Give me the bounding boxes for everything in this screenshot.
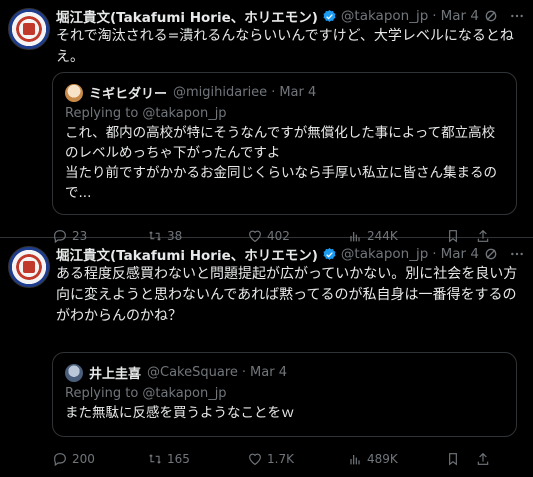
views-icon [350,455,360,465]
quoted-author-handle: @CakeSquare [147,365,238,380]
author-handle[interactable]: @takapon_jp [341,8,428,24]
more-icon[interactable] [509,8,525,24]
quoted-text: また無駄に反感を買うようなことをｗ [65,405,295,421]
tweet-date[interactable]: Mar 4 [441,8,479,24]
verified-badge-icon [322,247,337,262]
like-count: 1.7K [267,452,294,466]
like-icon [249,453,261,466]
author-name[interactable]: 堀江貴文(Takafumi Horie、ホリエモン) [56,6,318,26]
author-name[interactable]: 堀江貴文(Takafumi Horie、ホリエモン) [56,244,318,264]
repost-button[interactable]: 165 [147,451,247,467]
like-button[interactable]: 1.7K [247,451,347,467]
quoted-text: これ、都内の高校が特にそうなんですが無償化した事によって都立高校のレベルめっちゃ… [65,125,497,201]
quoted-author-handle: @migihidariee [173,85,268,100]
tweet-header: 堀江貴文(Takafumi Horie、ホリエモン) @takapon_jp ·… [56,244,525,264]
share-icon [477,452,489,465]
verified-badge-icon [322,9,337,24]
tweet-date[interactable]: Mar 4 [441,246,479,262]
separator-dot: · [241,365,247,380]
tweet-header: 堀江貴文(Takafumi Horie、ホリエモン) @takapon_jp ·… [56,6,525,26]
repost-icon [149,454,161,464]
separator-dot: · [432,246,437,262]
quoted-header: 井上圭喜 @CakeSquare · Mar 4 [65,363,504,382]
bookmark-button[interactable] [445,451,475,467]
grok-icon[interactable] [483,246,499,262]
reply-count: 200 [72,452,95,466]
separator-dot: · [432,8,437,24]
quoted-header: ミギヒダリー @migihidariee · Mar 4 [65,83,504,102]
quoted-tweet[interactable]: 井上圭喜 @CakeSquare · Mar 4 Replying to @ta… [52,352,517,437]
author-handle[interactable]: @takapon_jp [341,246,428,262]
grok-icon[interactable] [483,8,499,24]
tweet-actions: 200 165 1.7K 489K [52,451,521,467]
views-count: 489K [367,452,398,466]
author-avatar[interactable] [8,8,50,50]
quoted-author-name: ミギヒダリー [89,87,168,102]
quoted-tweet[interactable]: ミギヒダリー @migihidariee · Mar 4 Replying to… [52,72,517,215]
quoted-avatar [65,363,83,382]
tweet-1[interactable]: 堀江貴文(Takafumi Horie、ホリエモン) @takapon_jp ·… [0,0,533,244]
separator-dot: · [271,85,276,100]
quoted-date: Mar 4 [279,85,317,100]
replying-to: Replying to @takapon_jp [65,386,227,401]
tweet-2[interactable]: 堀江貴文(Takafumi Horie、ホリエモン) @takapon_jp ·… [0,238,533,477]
reply-icon [54,453,66,467]
author-avatar[interactable] [8,246,50,288]
repost-count: 165 [167,452,190,466]
quoted-author-name: 井上圭喜 [89,367,142,382]
tweet-text: それで淘汰される=潰れるんならいいんですけど、大学レベルになるとね え。 [56,28,514,65]
tweet-text: ある程度反感買わないと問題提起が広がっていかない。別に社会を良い方向に変えようと… [56,266,518,324]
replying-to: Replying to @takapon_jp [65,106,227,121]
quoted-date: Mar 4 [250,365,287,380]
bookmark-icon [449,453,457,466]
reply-button[interactable]: 200 [52,451,147,467]
more-icon[interactable] [509,246,525,262]
quoted-avatar [65,83,83,102]
share-button[interactable] [475,451,491,467]
views-button[interactable]: 489K [347,451,445,467]
